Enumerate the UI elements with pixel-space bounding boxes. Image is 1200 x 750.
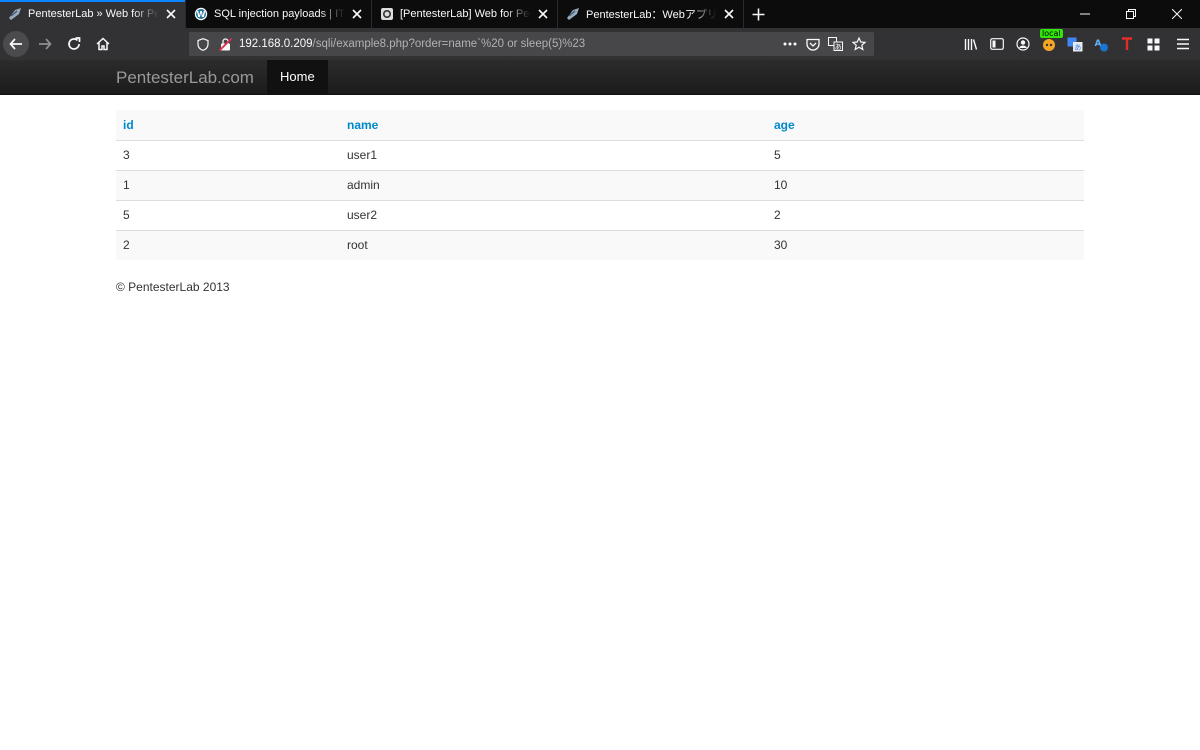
cell-id: 2 <box>116 229 340 260</box>
svg-text:W: W <box>197 10 206 19</box>
cell-name: user2 <box>340 199 767 230</box>
browser-tab[interactable]: PentesterLab » Web for Pentester <box>0 0 186 28</box>
wordpress-favicon-icon: W <box>194 7 208 21</box>
cell-name: root <box>340 229 767 260</box>
translation-extension-icon[interactable]: A <box>1088 32 1114 56</box>
tab-title: SQL injection payloads | IT Security <box>214 8 345 20</box>
url-path: /sqli/example8.php?order=name`%20 or sle… <box>312 38 586 50</box>
browser-tab-strip: PentesterLab » Web for Pentester W SQL i… <box>0 0 1200 28</box>
sidebar-icon[interactable] <box>984 32 1010 56</box>
browser-tab[interactable]: W SQL injection payloads | IT Security <box>186 0 372 28</box>
column-header-age[interactable]: age <box>767 110 1084 140</box>
tab-title: [PentesterLab] Web for Pentester <box>400 8 531 20</box>
site-navbar: PentesterLab.com Home <box>0 60 1200 95</box>
t-extension-icon[interactable] <box>1114 32 1140 56</box>
browser-tab[interactable]: PentesterLab：Webアプリのペネ <box>558 0 744 28</box>
site-footer: © PentesterLab 2013 <box>116 280 230 294</box>
table-row: 2 root 30 <box>116 229 1084 260</box>
svg-text:あ: あ <box>1074 43 1081 51</box>
address-bar[interactable]: 192.168.0.209/sqli/example8.php?order=na… <box>189 32 874 56</box>
close-tab-icon[interactable] <box>349 6 365 22</box>
cell-age: 30 <box>767 229 1084 260</box>
table-row: 1 admin 10 <box>116 169 1084 200</box>
arrow-right-icon <box>39 38 52 50</box>
nav-home-link[interactable]: Home <box>267 60 328 94</box>
extension-badge: local <box>1040 29 1063 38</box>
cell-age: 5 <box>767 139 1084 170</box>
main-content: id name age 3 user1 5 1 admin 10 5 user2… <box>116 110 1084 260</box>
new-tab-button[interactable] <box>744 0 772 28</box>
bookmark-star-icon[interactable] <box>847 34 870 54</box>
home-button[interactable] <box>90 31 116 57</box>
library-icon[interactable] <box>958 32 984 56</box>
back-button[interactable] <box>3 31 29 57</box>
close-tab-icon[interactable] <box>163 6 179 22</box>
reload-icon <box>68 37 81 50</box>
close-tab-icon[interactable] <box>721 6 737 22</box>
arrow-left-icon <box>9 38 22 50</box>
cell-age: 10 <box>767 169 1084 200</box>
reload-button[interactable] <box>61 31 87 57</box>
translate-icon[interactable]: あ <box>824 34 847 54</box>
cell-name: admin <box>340 169 767 200</box>
page-actions-icon[interactable] <box>778 34 801 54</box>
window-controls <box>1062 0 1200 28</box>
browser-tab[interactable]: [PentesterLab] Web for Pentester <box>372 0 558 28</box>
browser-toolbar: 192.168.0.209/sqli/example8.php?order=na… <box>0 28 1200 60</box>
close-tab-icon[interactable] <box>535 6 551 22</box>
table-row: 5 user2 2 <box>116 199 1084 230</box>
tab-title: PentesterLab：Webアプリのペネ <box>586 9 717 21</box>
tracking-shield-icon[interactable] <box>195 36 211 52</box>
cell-name: user1 <box>340 139 767 170</box>
table-row: 3 user1 5 <box>116 139 1084 170</box>
table-header-row: id name age <box>116 110 1084 140</box>
account-icon[interactable] <box>1010 32 1036 56</box>
column-header-id[interactable]: id <box>116 110 340 140</box>
minimize-icon[interactable] <box>1062 0 1108 28</box>
column-header-name[interactable]: name <box>340 110 767 140</box>
cell-id: 1 <box>116 169 340 200</box>
insecure-lock-icon[interactable] <box>217 36 233 52</box>
menu-hamburger-icon[interactable] <box>1166 32 1200 56</box>
cell-id: 3 <box>116 139 340 170</box>
site-brand-link[interactable]: PentesterLab.com <box>116 68 254 88</box>
page-favicon-icon <box>380 7 394 21</box>
pentesterlab-favicon-icon <box>566 7 580 21</box>
svg-text:あ: あ <box>835 43 842 51</box>
restore-icon[interactable] <box>1108 0 1154 28</box>
plus-icon <box>752 8 764 20</box>
users-table: id name age 3 user1 5 1 admin 10 5 user2… <box>116 110 1084 260</box>
cell-age: 2 <box>767 199 1084 230</box>
home-icon <box>96 37 110 51</box>
tampermonkey-extension-icon[interactable]: local <box>1036 29 1063 56</box>
pentesterlab-favicon-icon <box>8 7 22 21</box>
google-translate-extension-icon[interactable]: あ <box>1062 32 1088 56</box>
cell-id: 5 <box>116 199 340 230</box>
extensions-grid-icon[interactable] <box>1140 32 1166 56</box>
pocket-icon[interactable] <box>801 34 824 54</box>
url-host: 192.168.0.209 <box>239 38 313 50</box>
window-close-icon[interactable] <box>1154 0 1200 28</box>
forward-button[interactable] <box>32 31 58 57</box>
tab-title: PentesterLab » Web for Pentester <box>28 8 159 20</box>
